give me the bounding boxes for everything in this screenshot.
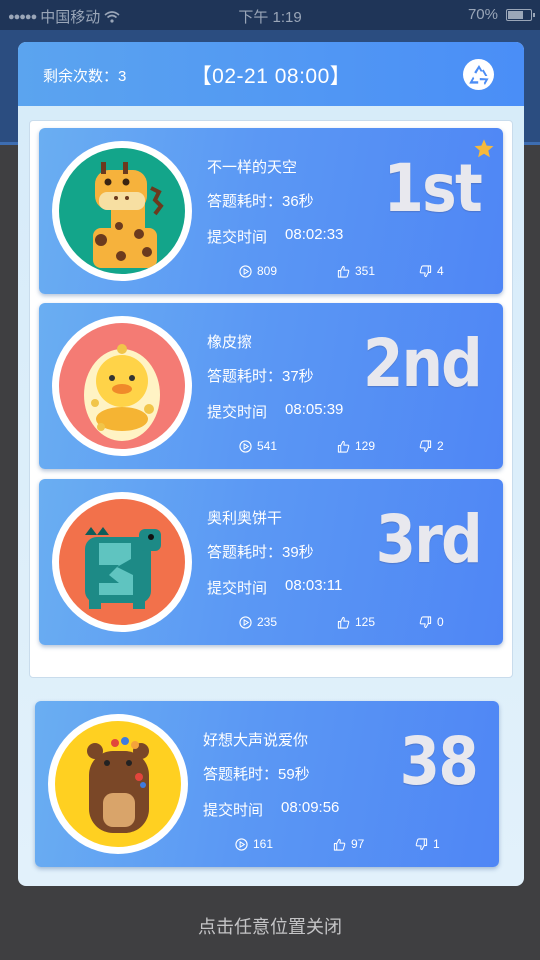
stats-row: 541 129 2 (39, 439, 503, 459)
duck-avatar-icon (59, 323, 185, 449)
thumbs-down-icon (419, 264, 432, 277)
rank-card-3[interactable]: 奥利奥饼干 答题耗时：39秒 提交时间 08:03:11 3rd 235 125… (39, 479, 503, 645)
play-icon (239, 264, 252, 278)
dislike-count[interactable]: 4 (419, 264, 444, 278)
thumbs-up-icon (333, 838, 346, 851)
thumbs-up-icon (337, 265, 350, 278)
battery-group: 70% (467, 6, 535, 23)
play-icon (235, 837, 248, 851)
submit-time-row: 提交时间 08:05:39 (207, 401, 343, 422)
avatar-ring (52, 316, 192, 456)
play-count-value: 235 (257, 615, 278, 629)
user-name: 好想大声说爱你 (203, 732, 309, 749)
submit-time-value: 08:03:11 (285, 577, 343, 594)
modal-header: 剩余次数：3 【02-21 08:00】 (18, 42, 524, 106)
like-count[interactable]: 129 (337, 439, 375, 453)
like-count-value: 97 (351, 837, 365, 851)
avatar (59, 499, 185, 625)
like-count[interactable]: 97 (333, 837, 364, 851)
status-bar: ●●●●● 中国移动 下午 1:19 70% (0, 0, 540, 30)
avatar-ring (48, 714, 188, 854)
dislike-count[interactable]: 1 (415, 837, 440, 851)
thumbs-up-icon (337, 440, 350, 453)
play-icon (239, 439, 252, 453)
submit-time-value: 08:09:56 (281, 799, 340, 816)
dislike-count-value: 1 (433, 837, 440, 851)
battery-percent: 70% (467, 6, 498, 23)
submit-time-label: 提交时间 (203, 802, 264, 819)
user-name: 不一样的天空 (207, 159, 298, 176)
user-name: 橡皮擦 (207, 334, 253, 351)
play-count-value: 161 (253, 837, 274, 851)
refresh-button[interactable] (463, 59, 494, 90)
rank-label: 3rd (375, 501, 483, 578)
battery-icon (506, 8, 535, 21)
play-count[interactable]: 541 (239, 439, 277, 453)
thumbs-down-icon (419, 439, 432, 452)
answer-duration: 答题耗时：59秒 (203, 766, 310, 783)
like-count-value: 351 (355, 264, 376, 278)
user-name: 奥利奥饼干 (207, 510, 283, 527)
play-icon (239, 615, 252, 629)
stats-row: 161 97 1 (35, 837, 499, 857)
top-three-list: 不一样的天空 答题耗时：36秒 提交时间 08:02:33 1st 809 35… (29, 120, 513, 678)
avatar (55, 721, 181, 847)
thumbs-down-icon (415, 837, 428, 850)
like-count-value: 129 (355, 439, 376, 453)
answer-duration: 答题耗时：36秒 (207, 193, 314, 210)
quiz-datetime: 【02-21 08:00】 (190, 65, 352, 88)
like-count[interactable]: 125 (337, 615, 375, 629)
dinosaur-avatar-icon (59, 499, 185, 625)
stats-row: 809 351 4 (39, 264, 503, 284)
avatar-ring (52, 492, 192, 632)
submit-time-value: 08:05:39 (285, 401, 344, 418)
submit-time-label: 提交时间 (207, 404, 268, 421)
giraffe-avatar-icon (59, 148, 185, 274)
play-count[interactable]: 161 (235, 837, 273, 851)
ranking-modal: 剩余次数：3 【02-21 08:00】 不一样的天空 答题耗时：36秒 提交时… (18, 42, 524, 886)
dislike-count-value: 2 (437, 439, 444, 453)
rank-card-2[interactable]: 橡皮擦 答题耗时：37秒 提交时间 08:05:39 2nd 541 129 2 (39, 303, 503, 469)
submit-time-row: 提交时间 08:02:33 (207, 226, 343, 247)
like-count[interactable]: 351 (337, 264, 375, 278)
like-count-value: 125 (355, 615, 376, 629)
bear-avatar-icon (55, 721, 181, 847)
dislike-count-value: 0 (437, 615, 444, 629)
stats-row: 235 125 0 (39, 615, 503, 635)
status-time: 下午 1:19 (238, 9, 302, 26)
dislike-count-value: 4 (437, 264, 444, 278)
avatar (59, 323, 185, 449)
close-hint[interactable]: 点击任意位置关闭 (0, 913, 540, 939)
thumbs-up-icon (337, 616, 350, 629)
submit-time-row: 提交时间 08:03:11 (207, 577, 342, 598)
submit-time-value: 08:02:33 (285, 226, 344, 243)
play-count-value: 809 (257, 264, 278, 278)
answer-duration: 答题耗时：39秒 (207, 544, 314, 561)
answer-duration: 答题耗时：37秒 (207, 368, 314, 385)
dislike-count[interactable]: 2 (419, 439, 444, 453)
dislike-count[interactable]: 0 (419, 615, 444, 629)
play-count[interactable]: 809 (239, 264, 277, 278)
thumbs-down-icon (419, 615, 432, 628)
rank-card-1[interactable]: 不一样的天空 答题耗时：36秒 提交时间 08:02:33 1st 809 35… (39, 128, 503, 294)
play-count-value: 541 (257, 439, 278, 453)
avatar (59, 148, 185, 274)
play-count[interactable]: 235 (239, 615, 277, 629)
rank-label: 38 (399, 723, 479, 800)
recycle-icon (468, 64, 489, 85)
submit-time-label: 提交时间 (207, 580, 268, 597)
star-icon (474, 139, 494, 158)
rank-label: 2nd (362, 325, 483, 402)
submit-time-row: 提交时间 08:09:56 (203, 799, 339, 820)
avatar-ring (52, 141, 192, 281)
submit-time-label: 提交时间 (207, 229, 268, 246)
my-rank-card[interactable]: 好想大声说爱你 答题耗时：59秒 提交时间 08:09:56 38 161 97… (35, 701, 499, 867)
rank-label: 1st (383, 150, 483, 227)
